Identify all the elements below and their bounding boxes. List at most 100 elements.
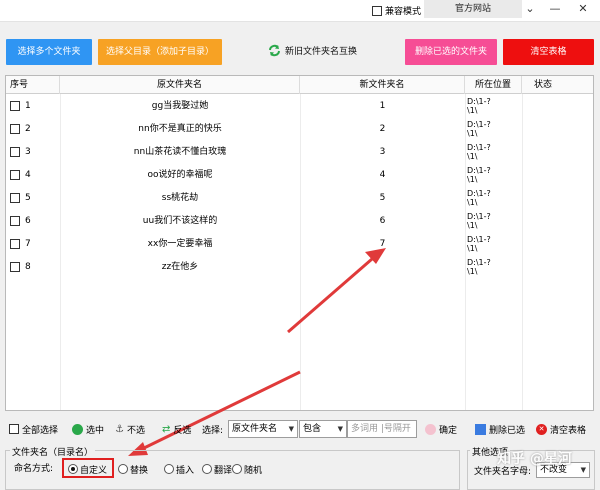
select-all-label: 全部选择 [22,425,59,436]
rename-group-title: 文件夹名（目录名） [10,445,96,458]
select-all-checkbox[interactable] [9,424,19,434]
delete-selected-label: 删除已选 [489,425,526,436]
select-multiple-folders-button[interactable]: 选择多个文件夹 [6,39,92,65]
row-checkbox[interactable] [10,124,20,134]
radio-random[interactable] [232,464,242,474]
official-site-link[interactable]: 官方网站 [424,0,522,18]
row-new-name: 2 [379,124,386,134]
swap-names-button[interactable]: 新旧文件夹名互换 [268,44,357,57]
close-icon[interactable]: ✕ [573,2,593,16]
swap-icon [269,44,280,57]
row-new-name: 5 [379,193,386,203]
select-all-toggle[interactable]: 全部选择 [9,418,58,440]
row-seq: 2 [25,124,31,134]
radio-translate[interactable] [202,464,212,474]
naming-mode-label: 命名方式: [14,464,54,474]
option-insert-label: 插入 [176,465,195,476]
option-replace[interactable]: 替换 [118,461,148,477]
watermark: 知乎 @星河 [497,451,572,467]
table-row[interactable]: 5 ss桃花劫 5 D:\1-? \1\ [6,187,593,209]
highlight-box [62,458,114,478]
match-select-value: 包含 [303,424,322,434]
compat-mode-toggle[interactable]: 兼容模式 [372,4,421,17]
row-seq: 8 [25,262,31,272]
option-insert[interactable]: 插入 [164,461,194,477]
row-original-name: xx你一定要幸福 [147,239,213,249]
minimize-icon[interactable]: — [545,2,565,16]
table-row[interactable]: 7 xx你一定要幸福 7 D:\1-? \1\ [6,233,593,255]
row-new-name: 6 [379,216,386,226]
select-button[interactable]: 选中 [72,418,104,440]
table-row[interactable]: 1 gg当我娶过她 1 D:\1-? \1\ [6,95,593,117]
header-seq[interactable]: 序号 [6,76,60,94]
confirm-button[interactable]: 确定 [425,418,457,440]
unselect-label: 不选 [126,425,145,436]
keyword-input[interactable]: 多词用 |号隔开 [347,420,417,438]
row-location: D:\1-? \1\ [467,258,491,276]
field-select[interactable]: 原文件夹名 ▼ [228,420,298,438]
row-original-name: gg当我娶过她 [151,101,209,111]
row-seq: 5 [25,193,31,203]
compat-label: 兼容模式 [385,7,422,17]
row-location: D:\1-? \1\ [467,235,491,253]
option-translate[interactable]: 翻译 [202,461,232,477]
match-select[interactable]: 包含 ▼ [299,420,347,438]
select-parent-dir-button[interactable]: 选择父目录（添加子目录） [98,39,222,65]
anchor-icon: ⚓ [115,423,124,435]
delete-icon [475,423,486,435]
table-row[interactable]: 3 nn山茶花读不懂白玫瑰 3 D:\1-? \1\ [6,141,593,163]
row-seq: 6 [25,216,31,226]
row-new-name [300,256,465,278]
confirm-label: 确定 [439,425,458,436]
confirm-icon [425,423,436,435]
row-checkbox[interactable] [10,193,20,203]
row-checkbox[interactable] [10,216,20,226]
row-new-name: 4 [379,170,386,180]
unselect-button[interactable]: ⚓ 不选 [115,418,145,440]
row-original-name: oo说好的幸福呢 [147,170,213,180]
row-new-name: 3 [379,147,386,157]
invert-selection-button[interactable]: ⇄ 反选 [162,418,191,440]
title-bar: 兼容模式 官方网站 ⌄ — ✕ [0,0,600,22]
chevron-down-icon: ▼ [288,425,294,433]
row-original-name: nn山茶花读不懂白玫瑰 [133,147,227,157]
clear-table-button[interactable]: 清空表格 [503,39,594,65]
delete-selected-button[interactable]: 删除已选 [475,418,525,440]
row-original-name: ss桃花劫 [161,193,199,203]
table-header: 序号 原文件夹名 新文件夹名 所在位置 状态 [6,76,593,94]
row-checkbox[interactable] [10,147,20,157]
header-new-name[interactable]: 新文件夹名 [300,76,465,94]
row-location: D:\1-? \1\ [467,120,491,138]
header-original-name[interactable]: 原文件夹名 [60,76,300,94]
option-replace-label: 替换 [130,465,149,476]
row-checkbox[interactable] [10,262,20,272]
row-new-name: 1 [379,101,386,111]
table-row[interactable]: 4 oo说好的幸福呢 4 D:\1-? \1\ [6,164,593,186]
dropdown-icon[interactable]: ⌄ [520,2,540,16]
header-status[interactable]: 状态 [522,76,564,94]
row-location: D:\1-? \1\ [467,143,491,161]
clear-table-label: 清空表格 [550,425,587,436]
radio-insert[interactable] [164,464,174,474]
invert-icon: ⇄ [162,423,171,435]
option-translate-label: 翻译 [214,465,233,476]
table-row[interactable]: 8 zz在他乡 D:\1-? \1\ [6,256,593,278]
option-random[interactable]: 随机 [232,461,262,477]
row-location: D:\1-? \1\ [467,166,491,184]
row-original-name: zz在他乡 [161,262,199,272]
compat-checkbox[interactable] [372,5,382,16]
header-location[interactable]: 所在位置 [465,76,522,94]
chevron-down-icon: ▼ [580,466,586,474]
row-location: D:\1-? \1\ [467,97,491,115]
table-row[interactable]: 2 nn你不是真正的快乐 2 D:\1-? \1\ [6,118,593,140]
clear-table-button-bottom[interactable]: ✕ 清空表格 [536,418,586,440]
chevron-down-icon: ▼ [337,425,343,433]
invert-label: 反选 [173,425,192,436]
table-row[interactable]: 6 uu我们不该这样的 6 D:\1-? \1\ [6,210,593,232]
folder-table[interactable]: 序号 原文件夹名 新文件夹名 所在位置 状态 1 gg当我娶过她 1 D:\1-… [5,75,594,411]
delete-selected-folders-button[interactable]: 删除已选的文件夹 [405,39,497,65]
row-checkbox[interactable] [10,101,20,111]
row-checkbox[interactable] [10,170,20,180]
row-checkbox[interactable] [10,239,20,249]
radio-replace[interactable] [118,464,128,474]
